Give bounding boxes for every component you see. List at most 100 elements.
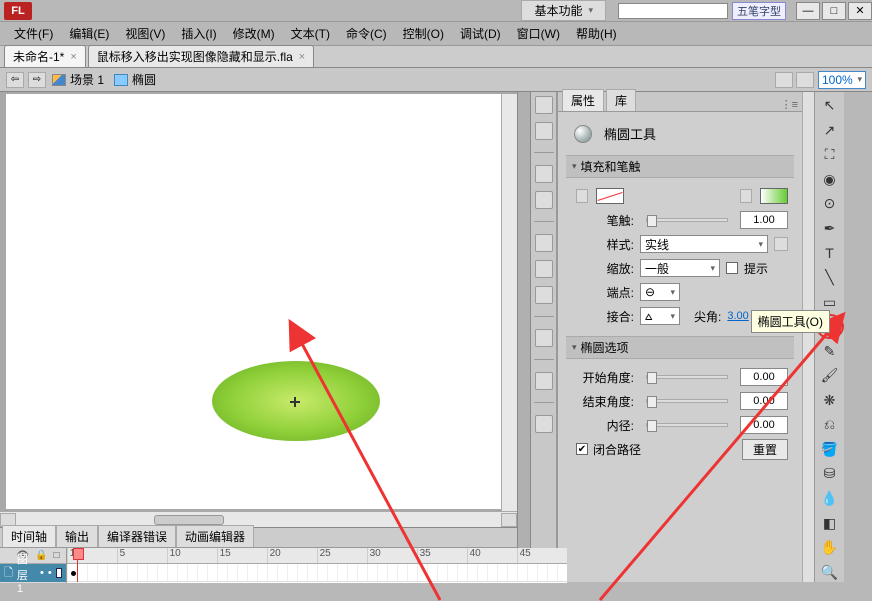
menu-item[interactable]: 调试(D) [452,23,509,44]
menu-item[interactable]: 文件(F) [6,23,61,44]
prop-tab[interactable]: 库 [606,89,636,111]
stage-viewport[interactable] [0,92,517,511]
pen-tool[interactable]: ✒ [819,219,841,239]
hand-tool[interactable]: ✋ [819,538,841,558]
3d-rotation-tool[interactable]: ◉ [819,170,841,190]
end-angle-slider[interactable] [646,399,728,403]
close-button[interactable]: ✕ [848,2,872,20]
pencil-tool[interactable]: ✎ [819,341,841,361]
lasso-tool[interactable]: ⊙ [819,194,841,214]
outline-icon[interactable]: □ [54,550,60,561]
scroll-thumb[interactable] [154,515,224,525]
edit-scene-icon[interactable] [775,72,793,88]
menu-item[interactable]: 文本(T) [283,23,338,44]
close-tab-icon[interactable]: × [70,51,76,63]
line-tool[interactable]: ╲ [819,268,841,288]
stroke-label: 笔触: [576,212,634,229]
workspace-switcher[interactable]: 基本功能 [521,0,606,21]
bottom-tab[interactable]: 动画编辑器 [176,525,254,547]
panel-icon[interactable] [535,165,553,183]
menu-item[interactable]: 命令(C) [338,23,395,44]
close-path-checkbox[interactable]: ✔ [576,443,588,455]
stroke-color-swatch[interactable] [596,188,624,204]
scene-crumb[interactable]: 场景 1 [52,71,104,88]
section-header-fill[interactable]: 填充和笔触 [566,155,794,178]
back-button[interactable]: ⇦ [6,72,24,88]
stage[interactable] [6,94,511,509]
playhead[interactable] [77,548,78,582]
eraser-tool[interactable]: ◧ [819,513,841,533]
inner-radius-slider[interactable] [646,423,728,427]
edit-symbol-icon[interactable] [796,72,814,88]
start-angle-value[interactable]: 0.00 [740,368,788,386]
symbol-crumb[interactable]: 椭圆 [114,71,156,88]
forward-button[interactable]: ⇨ [28,72,46,88]
zoom-dropdown[interactable]: 100% [818,71,866,89]
panel-icon[interactable] [535,329,553,347]
panel-icon[interactable] [535,96,553,114]
join-dropdown[interactable]: ⩟ [640,307,680,325]
menu-item[interactable]: 修改(M) [225,23,283,44]
scale-dropdown[interactable]: 一般 [640,259,720,277]
section-header-oval[interactable]: 椭圆选项 [566,336,794,359]
reset-button[interactable]: 重置 [742,439,788,460]
bottom-tab[interactable]: 编译器错误 [98,525,176,547]
bottom-tab[interactable]: 输出 [56,525,98,547]
panel-divider[interactable] [517,92,531,582]
panel-menu-icon[interactable]: ⋮≡ [781,98,798,111]
panel-icon[interactable] [535,372,553,390]
menu-item[interactable]: 帮助(H) [568,23,625,44]
inner-radius-value[interactable]: 0.00 [740,416,788,434]
registration-point-icon [290,397,300,407]
brush-tool[interactable]: 🖌 [819,366,841,386]
ink-bottle-tool[interactable]: ⛁ [819,464,841,484]
panel-icon[interactable] [535,122,553,140]
lock-icon[interactable]: 🔒 [35,550,47,561]
document-tab[interactable]: 未命名-1*× [4,45,86,67]
panel-icon[interactable] [535,260,553,278]
fill-color-swatch[interactable] [760,188,788,204]
vertical-scrollbar[interactable] [501,94,517,511]
scroll-right-icon[interactable] [501,513,517,527]
eyedropper-tool[interactable]: 💧 [819,489,841,509]
layer-row[interactable]: 🗋 图层 1 •• [0,564,66,582]
edit-style-icon[interactable] [774,237,788,251]
menu-item[interactable]: 编辑(E) [61,23,117,44]
panel-icon[interactable] [535,191,553,209]
cap-dropdown[interactable]: ⊖ [640,283,680,301]
hinting-checkbox[interactable] [726,262,738,274]
selection-tool[interactable]: ↖ [819,96,841,116]
panel-icon[interactable] [535,286,553,304]
document-tab[interactable]: 鼠标移入移出实现图像隐藏和显示.fla× [88,45,314,67]
end-angle-value[interactable]: 0.00 [740,392,788,410]
bottom-tab[interactable]: 时间轴 [2,525,56,547]
rectangle-tool[interactable]: ▭ [819,292,841,312]
menu-item[interactable]: 窗口(W) [509,23,568,44]
keyframe[interactable] [69,568,77,578]
panel-scrollbar[interactable] [802,92,814,582]
bone-tool[interactable]: ⎌ [819,415,841,435]
frame-area[interactable]: 151015202530354045 [67,548,567,583]
minimize-button[interactable]: — [796,2,820,20]
start-angle-slider[interactable] [646,375,728,379]
deco-tool[interactable]: ❋ [819,391,841,411]
zoom-tool[interactable]: 🔍 [819,562,841,582]
menu-item[interactable]: 插入(I) [173,23,224,44]
search-input[interactable] [618,3,728,19]
panel-icon[interactable] [535,415,553,433]
menu-item[interactable]: 控制(O) [395,23,452,44]
paint-bucket-tool[interactable]: 🪣 [819,440,841,460]
close-tab-icon[interactable]: × [299,51,305,63]
stroke-slider[interactable] [646,218,728,222]
stroke-value[interactable]: 1.00 [740,211,788,229]
miter-value[interactable]: 3.00 [727,310,748,322]
panel-icon[interactable] [535,234,553,252]
maximize-button[interactable]: □ [822,2,846,20]
subselection-tool[interactable]: ↗ [819,121,841,141]
style-dropdown[interactable]: 实线 [640,235,768,253]
menu-item[interactable]: 视图(V) [117,23,173,44]
prop-tab[interactable]: 属性 [562,89,604,111]
scene-label: 场景 1 [70,71,104,88]
free-transform-tool[interactable]: ⛶ [819,145,841,165]
text-tool[interactable]: T [819,243,841,263]
